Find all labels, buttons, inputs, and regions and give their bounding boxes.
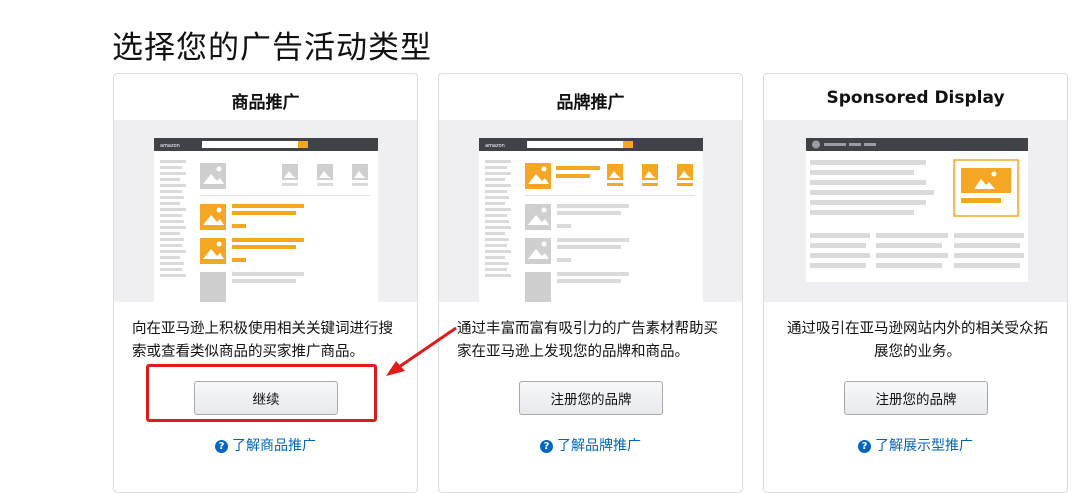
question-circle-icon: ? <box>215 440 228 453</box>
page-title: 选择您的广告活动类型 <box>112 30 432 66</box>
card-description: 通过吸引在亚马逊网站内外的相关受众拓展您的业务。 <box>787 321 1048 360</box>
register-brand-button[interactable]: 注册您的品牌 <box>519 381 663 415</box>
card-sponsored-display: Sponsored Display 通过吸引在亚马逊网站内外的相关受众拓展您的业… <box>763 73 1068 493</box>
link-label: 了解商品推广 <box>232 438 316 454</box>
sponsored-products-illustration: amazon <box>114 120 417 302</box>
sponsored-brands-illustration: amazon <box>439 120 742 302</box>
learn-sponsored-products-link[interactable]: ? 了解商品推广 <box>114 435 417 455</box>
link-label: 了解展示型推广 <box>875 438 973 454</box>
annotation-arrow-icon <box>386 326 457 376</box>
amazon-logo: amazon <box>485 143 505 149</box>
card-title: 商品推广 <box>231 93 300 113</box>
register-brand-button[interactable]: 注册您的品牌 <box>844 381 988 415</box>
amazon-logo: amazon <box>160 143 180 149</box>
learn-sponsored-brands-link[interactable]: ? 了解品牌推广 <box>439 435 742 455</box>
card-sponsored-brands: 品牌推广 amazon 通过丰富而富有吸引力的广告素材帮助买家在亚马逊上发现您的… <box>438 73 743 493</box>
card-title: 品牌推广 <box>556 93 625 113</box>
card-sponsored-products: 商品推广 amazon 向在亚马逊上积极使用相关关键词进行搜索或查看类似商品的买… <box>113 73 418 493</box>
question-circle-icon: ? <box>858 440 871 453</box>
card-description: 通过丰富而富有吸引力的广告素材帮助买家在亚马逊上发现您的品牌和商品。 <box>457 321 718 360</box>
question-circle-icon: ? <box>540 440 553 453</box>
link-label: 了解品牌推广 <box>557 438 641 454</box>
sponsored-display-illustration <box>764 120 1067 302</box>
card-description: 向在亚马逊上积极使用相关关键词进行搜索或查看类似商品的买家推广商品。 <box>132 321 393 360</box>
annotation-highlight-box <box>146 364 377 422</box>
learn-sponsored-display-link[interactable]: ? 了解展示型推广 <box>764 435 1067 455</box>
card-title: Sponsored Display <box>826 88 1005 108</box>
